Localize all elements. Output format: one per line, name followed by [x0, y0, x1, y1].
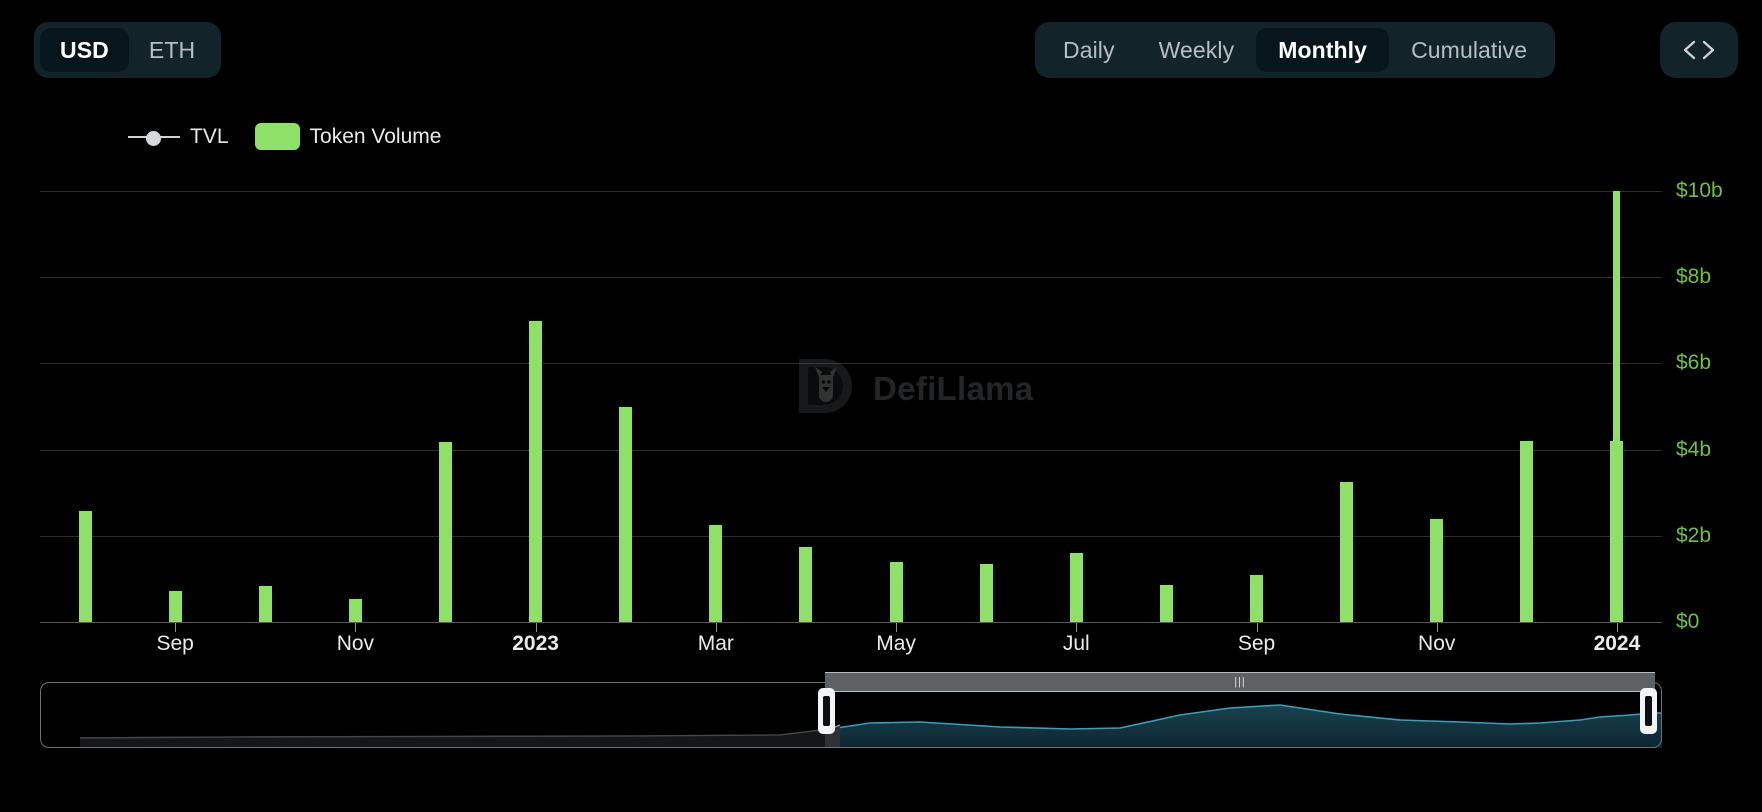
x-axis-tick-mark	[175, 623, 176, 632]
x-axis-tick-label: May	[876, 632, 916, 656]
brush-selection-bar[interactable]: |||	[825, 672, 1655, 692]
x-axis-tick-mark	[1617, 623, 1618, 632]
x-axis-tick-label: 2024	[1594, 632, 1641, 656]
x-axis-tick-label: Sep	[1238, 632, 1275, 656]
x-axis-tick-mark	[1437, 623, 1438, 632]
x-axis-tick-mark	[355, 623, 356, 632]
x-axis-tick-mark	[1257, 623, 1258, 632]
y-axis-tick-label: $0	[1676, 610, 1699, 634]
y-axis-tick-label: $2b	[1676, 524, 1711, 548]
bar[interactable]	[1250, 575, 1263, 622]
y-axis-tick-label: $4b	[1676, 438, 1711, 462]
brush-right-handle[interactable]	[1640, 688, 1657, 734]
x-axis-tick-label: Nov	[337, 632, 374, 656]
bar[interactable]	[529, 321, 542, 622]
bar[interactable]	[259, 586, 272, 622]
bar[interactable]	[1160, 585, 1173, 622]
bar[interactable]	[890, 562, 903, 622]
gridline	[40, 450, 1662, 451]
range-brush[interactable]: |||	[40, 682, 1662, 748]
bar[interactable]	[619, 407, 632, 623]
bar[interactable]	[980, 564, 993, 622]
x-axis-line	[40, 622, 1662, 623]
gridline	[40, 191, 1662, 192]
bar[interactable]	[1610, 441, 1623, 622]
bar[interactable]	[1070, 553, 1083, 622]
y-axis-tick-label: $10b	[1676, 179, 1723, 203]
x-axis-tick-label: Sep	[156, 632, 193, 656]
bar[interactable]	[709, 525, 722, 622]
gridline	[40, 363, 1662, 364]
x-axis-tick-label: Nov	[1418, 632, 1455, 656]
bar[interactable]	[1520, 441, 1533, 622]
x-axis-tick-label: Jul	[1063, 632, 1090, 656]
brush-grip-icon: |||	[1234, 676, 1246, 688]
x-axis-tick-mark	[1076, 623, 1077, 632]
bar[interactable]	[1340, 482, 1353, 622]
y-axis-tick-label: $8b	[1676, 265, 1711, 289]
y-axis-tick-label: $6b	[1676, 351, 1711, 375]
x-axis-tick-mark	[896, 623, 897, 632]
brush-left-handle[interactable]	[818, 688, 835, 734]
bar[interactable]	[1430, 519, 1443, 622]
gridline	[40, 536, 1662, 537]
gridline	[40, 277, 1662, 278]
bar[interactable]	[169, 591, 182, 622]
bar[interactable]	[349, 599, 362, 622]
x-axis-tick-label: Mar	[698, 632, 734, 656]
chart-page: USD ETH Daily Weekly Monthly Cumulative …	[0, 0, 1762, 812]
x-axis-tick-label: 2023	[512, 632, 559, 656]
x-axis-tick-mark	[716, 623, 717, 632]
x-axis-tick-mark	[536, 623, 537, 632]
bar[interactable]	[79, 511, 92, 622]
bar[interactable]	[439, 442, 452, 622]
bar[interactable]	[799, 547, 812, 622]
